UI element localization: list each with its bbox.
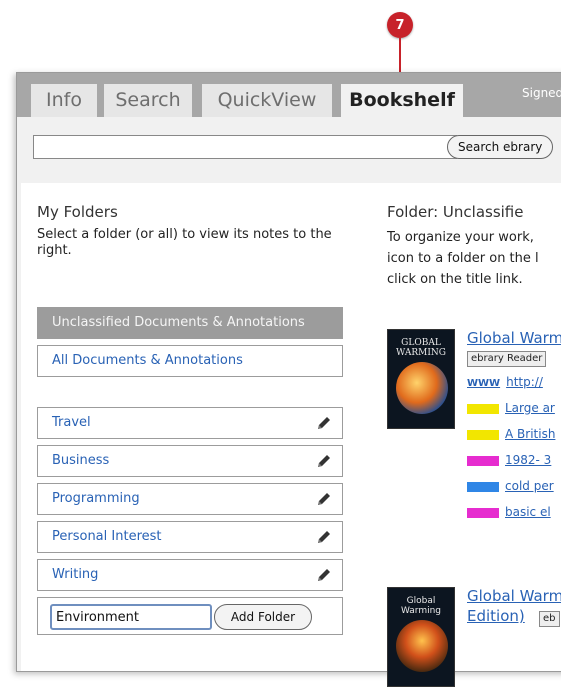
ebrary-reader-button[interactable]: eb: [539, 611, 560, 627]
book-title-link[interactable]: Global Warm: [467, 329, 561, 347]
tab-info[interactable]: Info: [31, 84, 97, 117]
folder-item[interactable]: Programming: [37, 483, 343, 515]
blue-highlighter-icon: [467, 481, 499, 492]
pencil-edit-icon[interactable]: [316, 453, 332, 469]
folder-unclassified[interactable]: Unclassified Documents & Annotations: [37, 307, 343, 339]
ebrary-window: Info Search QuickView Bookshelf Signed S…: [16, 72, 561, 687]
note-highlight-item[interactable]: A British: [467, 427, 555, 445]
pencil-edit-icon[interactable]: [316, 491, 332, 507]
ebrary-reader-button[interactable]: ebrary Reader: [467, 351, 547, 367]
folder-notes-panel: Folder: Unclassifie To organize your wor…: [387, 203, 561, 290]
note-highlight-item[interactable]: Large ar: [467, 401, 555, 419]
folder-desc-line: To organize your work,: [387, 230, 534, 245]
cover-title-text: GLOBAL WARMING: [396, 338, 446, 358]
folder-desc-line: click on the title link.: [387, 272, 523, 287]
folder-item[interactable]: Travel: [37, 407, 343, 439]
search-input[interactable]: [33, 135, 457, 159]
folder-item[interactable]: Writing: [37, 559, 343, 591]
note-link-text[interactable]: cold per: [505, 479, 554, 493]
search-bar: Search ebrary: [17, 117, 561, 183]
note-highlight-item[interactable]: basic el: [467, 505, 551, 523]
folder-label: Personal Interest: [52, 529, 162, 544]
note-link-text[interactable]: basic el: [505, 505, 551, 519]
pencil-edit-icon[interactable]: [316, 529, 332, 545]
bookshelf-content: My Folders Select a folder (or all) to v…: [21, 183, 561, 687]
magenta-highlighter-icon: [467, 455, 499, 466]
folder-item[interactable]: Business: [37, 445, 343, 477]
note-link-text[interactable]: http://: [506, 375, 543, 389]
my-folders-panel: My Folders Select a folder (or all) to v…: [37, 203, 349, 259]
earth-image: [396, 620, 448, 672]
search-ebrary-button[interactable]: Search ebrary: [447, 135, 554, 159]
folder-item[interactable]: Personal Interest: [37, 521, 343, 553]
my-folders-description: Select a folder (or all) to view its not…: [37, 227, 332, 258]
folder-heading: Folder: Unclassifie: [387, 203, 524, 221]
new-folder-input[interactable]: [50, 604, 212, 630]
magenta-note-icon: [467, 507, 499, 518]
folder-label: Business: [52, 453, 110, 468]
note-link-text[interactable]: 1982- 3: [505, 453, 551, 467]
note-link-text[interactable]: A British: [505, 427, 555, 441]
yellow-highlighter-icon: [467, 429, 499, 440]
new-folder-row: Add Folder: [37, 597, 343, 635]
folder-label: Writing: [52, 567, 99, 582]
pencil-edit-icon[interactable]: [316, 415, 332, 431]
note-highlight-item[interactable]: cold per: [467, 479, 554, 497]
folder-label: Travel: [52, 415, 91, 430]
tab-search[interactable]: Search: [104, 84, 192, 117]
tab-bookshelf[interactable]: Bookshelf: [341, 84, 463, 117]
pencil-edit-icon[interactable]: [316, 567, 332, 583]
book-title-link-line2[interactable]: Edition): [467, 607, 525, 625]
cover-title-text: Global Warming: [400, 596, 442, 616]
signed-in-status: Signed: [522, 86, 561, 100]
tab-quickview[interactable]: QuickView: [202, 84, 332, 117]
tab-bar: Info Search QuickView Bookshelf Signed: [17, 73, 561, 117]
note-link-item[interactable]: WWW http://: [467, 375, 543, 393]
yellow-highlighter-icon: [467, 403, 499, 414]
folder-all-documents[interactable]: All Documents & Annotations: [37, 345, 343, 377]
callout-pointer-line: [399, 38, 401, 76]
folder-label: Programming: [52, 491, 140, 506]
book-cover-thumbnail[interactable]: GLOBAL WARMING: [387, 329, 455, 429]
www-link-icon: WWW: [467, 378, 501, 389]
note-link-text[interactable]: Large ar: [505, 401, 555, 415]
earth-image: [396, 362, 448, 414]
note-highlight-item[interactable]: 1982- 3: [467, 453, 551, 471]
book-title-link[interactable]: Global Warm: [467, 587, 561, 605]
step-callout-badge: 7: [387, 12, 413, 38]
add-folder-button[interactable]: Add Folder: [214, 604, 312, 630]
my-folders-heading: My Folders: [37, 203, 118, 221]
folder-desc-line: icon to a folder on the l: [387, 251, 539, 266]
book-cover-thumbnail[interactable]: Global Warming: [387, 587, 455, 687]
